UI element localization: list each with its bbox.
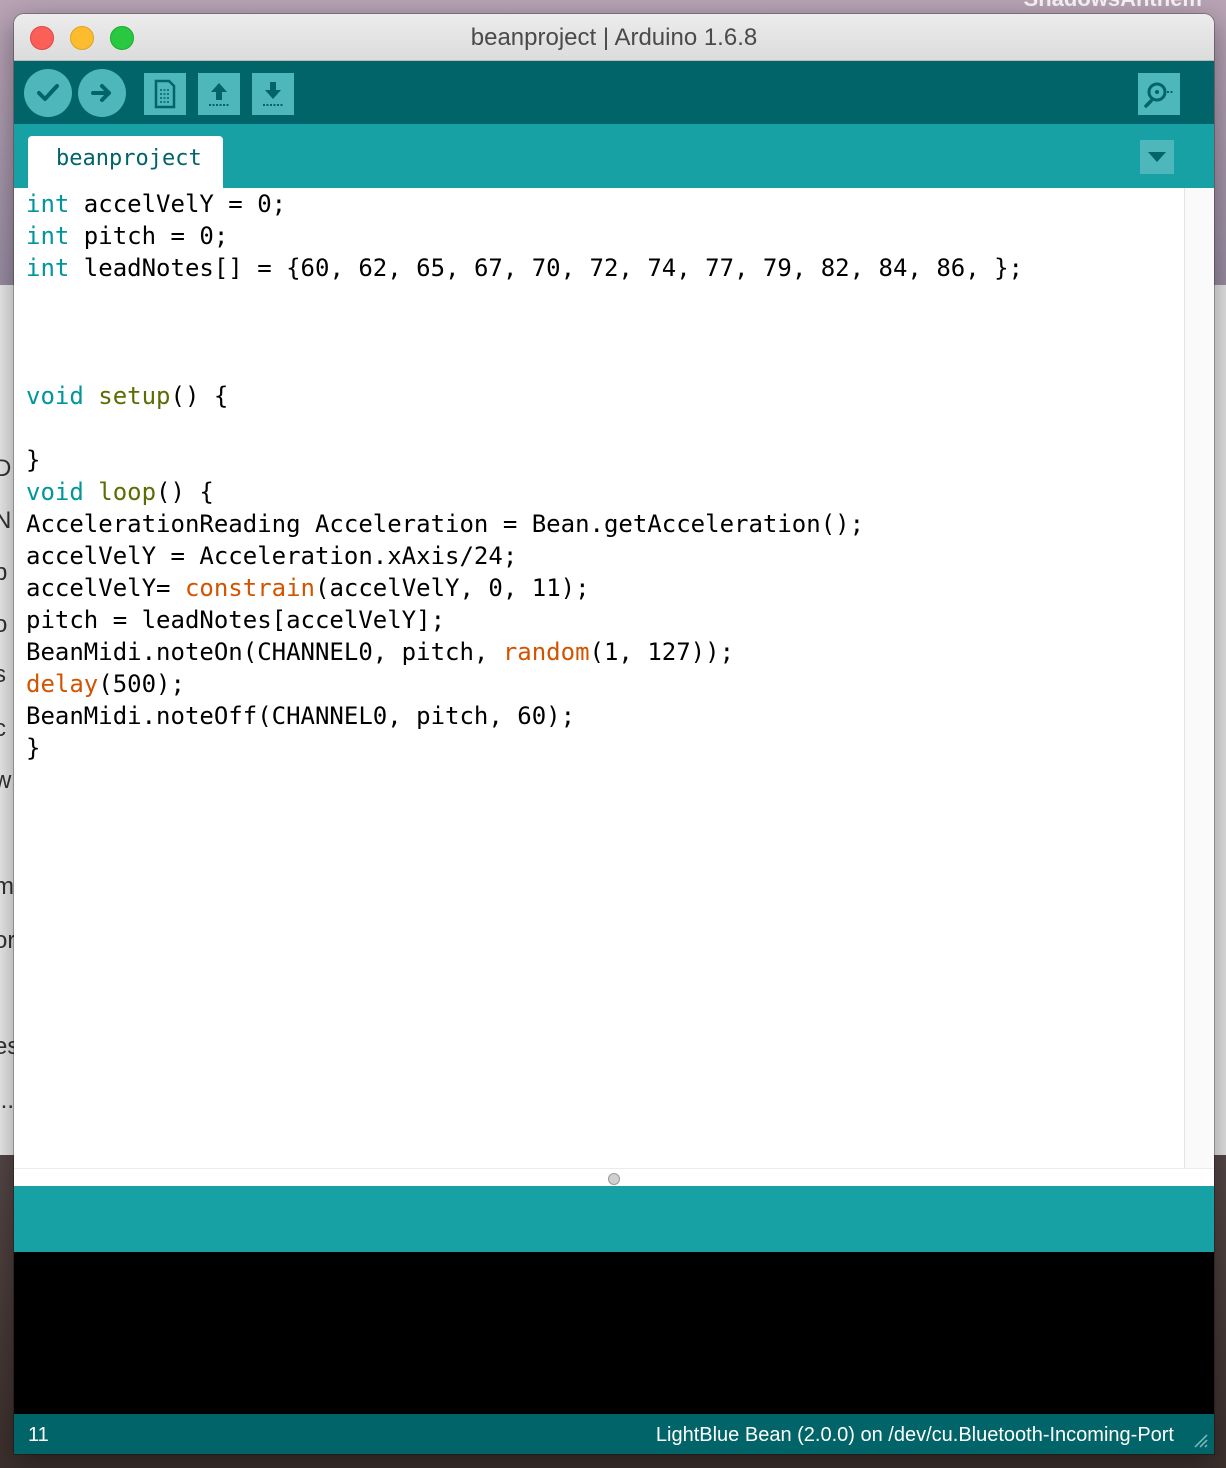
code-token: random — [502, 638, 590, 666]
background-window-right — [1214, 285, 1226, 1155]
background-text: D — [0, 455, 12, 482]
code-line[interactable] — [26, 412, 1023, 444]
code-token: int — [26, 222, 70, 250]
code-line[interactable]: void setup() { — [26, 380, 1023, 412]
code-token: accelVelY = Acceleration.xAxis/24; — [26, 542, 518, 570]
splitter-handle[interactable] — [608, 1173, 620, 1185]
code-line[interactable]: } — [26, 444, 1023, 476]
code-line[interactable]: delay(500); — [26, 668, 1023, 700]
message-area — [14, 1186, 1214, 1252]
code-text[interactable]: int accelVelY = 0; int pitch = 0; int lead… — [26, 188, 1023, 764]
code-token: pitch = leadNotes[accelVelY]; — [26, 606, 446, 634]
code-line[interactable]: accelVelY= constrain(accelVelY, 0, 11); — [26, 572, 1023, 604]
toolbar — [14, 61, 1214, 124]
code-token: () { — [170, 382, 229, 410]
title-bar[interactable]: beanproject | Arduino 1.6.8 — [14, 14, 1214, 61]
code-token: leadNotes[] = {60, 62, 65, 67, 70, 72, 7… — [69, 254, 1024, 282]
code-token: } — [26, 734, 41, 762]
triangle-down-icon — [1148, 152, 1166, 162]
code-token: setup — [98, 382, 171, 410]
code-token: constrain — [184, 574, 315, 602]
code-token: int — [26, 190, 70, 218]
background-text: N — [0, 507, 12, 534]
code-token: (500); — [98, 670, 185, 698]
status-bar: 11 LightBlue Bean (2.0.0) on /dev/cu.Blu… — [14, 1414, 1214, 1454]
code-token: BeanMidi.noteOn(CHANNEL0, pitch, — [26, 638, 503, 666]
code-line[interactable]: pitch = leadNotes[accelVelY]; — [26, 604, 1023, 636]
code-line[interactable]: int accelVelY = 0; — [26, 188, 1023, 220]
desktop-corner-text: ShadowsAnthem — [1024, 0, 1202, 12]
code-token: BeanMidi.noteOff(CHANNEL0, pitch, 60); — [26, 702, 576, 730]
code-token: AccelerationReading Acceleration = Bean.… — [26, 510, 865, 538]
background-text: p — [0, 559, 8, 586]
code-line[interactable]: BeanMidi.noteOn(CHANNEL0, pitch, random(… — [26, 636, 1023, 668]
code-token: accelVelY = 0; — [69, 190, 287, 218]
panel-splitter[interactable] — [14, 1168, 1214, 1187]
code-token: pitch = 0; — [69, 222, 229, 250]
code-token: int — [26, 254, 70, 282]
code-token: accelVelY= — [26, 574, 185, 602]
code-token: void — [26, 478, 84, 506]
arrow-down-icon — [263, 82, 283, 106]
background-window-left: D N p o s c w m or es ... — [0, 285, 19, 1155]
new-document-icon — [154, 79, 176, 109]
upload-button[interactable] — [78, 69, 126, 117]
checkmark-icon — [37, 84, 59, 101]
code-line[interactable]: void loop() { — [26, 476, 1023, 508]
code-token: void — [26, 382, 84, 410]
verify-button[interactable] — [24, 69, 72, 117]
code-line[interactable]: int leadNotes[] = {60, 62, 65, 67, 70, 7… — [26, 252, 1023, 284]
save-sketch-button[interactable] — [252, 73, 294, 115]
code-editor[interactable]: int accelVelY = 0; int pitch = 0; int lead… — [14, 188, 1184, 1168]
background-text: m — [0, 873, 14, 900]
code-token: (1, 127)); — [589, 638, 735, 666]
arduino-ide-window: beanproject | Arduino 1.6.8 beanproject … — [14, 14, 1214, 1454]
new-sketch-button[interactable] — [144, 73, 186, 115]
window-title: beanproject | Arduino 1.6.8 — [470, 24, 758, 51]
background-text: or — [0, 927, 16, 954]
resize-grip-icon[interactable] — [1190, 1430, 1208, 1448]
code-line[interactable]: accelVelY = Acceleration.xAxis/24; — [26, 540, 1023, 572]
code-line[interactable]: int pitch = 0; — [26, 220, 1023, 252]
background-text: o — [0, 611, 8, 638]
code-line[interactable]: BeanMidi.noteOff(CHANNEL0, pitch, 60); — [26, 700, 1023, 732]
code-token: (accelVelY, 0, 11); — [315, 574, 590, 602]
tab-menu-button[interactable] — [1140, 140, 1174, 174]
arrow-up-icon — [209, 83, 229, 106]
background-text: ... — [0, 1087, 15, 1114]
code-line[interactable] — [26, 284, 1023, 316]
background-text: w — [0, 767, 12, 794]
arrow-right-icon — [91, 84, 111, 102]
background-text: c — [0, 715, 6, 742]
tab-beanproject[interactable]: beanproject — [28, 136, 223, 188]
code-token: loop — [98, 478, 157, 506]
console-output[interactable] — [14, 1252, 1214, 1414]
background-text: s — [0, 661, 6, 688]
tab-bar: beanproject — [14, 124, 1214, 188]
code-token: } — [26, 446, 41, 474]
code-line[interactable]: } — [26, 732, 1023, 764]
magnifier-icon — [1144, 82, 1173, 108]
line-number: 11 — [28, 1424, 49, 1446]
code-line[interactable] — [26, 348, 1023, 380]
code-line[interactable]: AccelerationReading Acceleration = Bean.… — [26, 508, 1023, 540]
background-text: es — [0, 1033, 19, 1060]
open-sketch-button[interactable] — [198, 73, 240, 115]
code-token: delay — [26, 670, 99, 698]
code-line[interactable] — [26, 316, 1023, 348]
board-port-info: LightBlue Bean (2.0.0) on /dev/cu.Blueto… — [655, 1424, 1174, 1446]
code-token: () { — [156, 478, 214, 506]
serial-monitor-button[interactable] — [1138, 73, 1180, 115]
editor-scrollbar[interactable] — [1184, 188, 1214, 1168]
